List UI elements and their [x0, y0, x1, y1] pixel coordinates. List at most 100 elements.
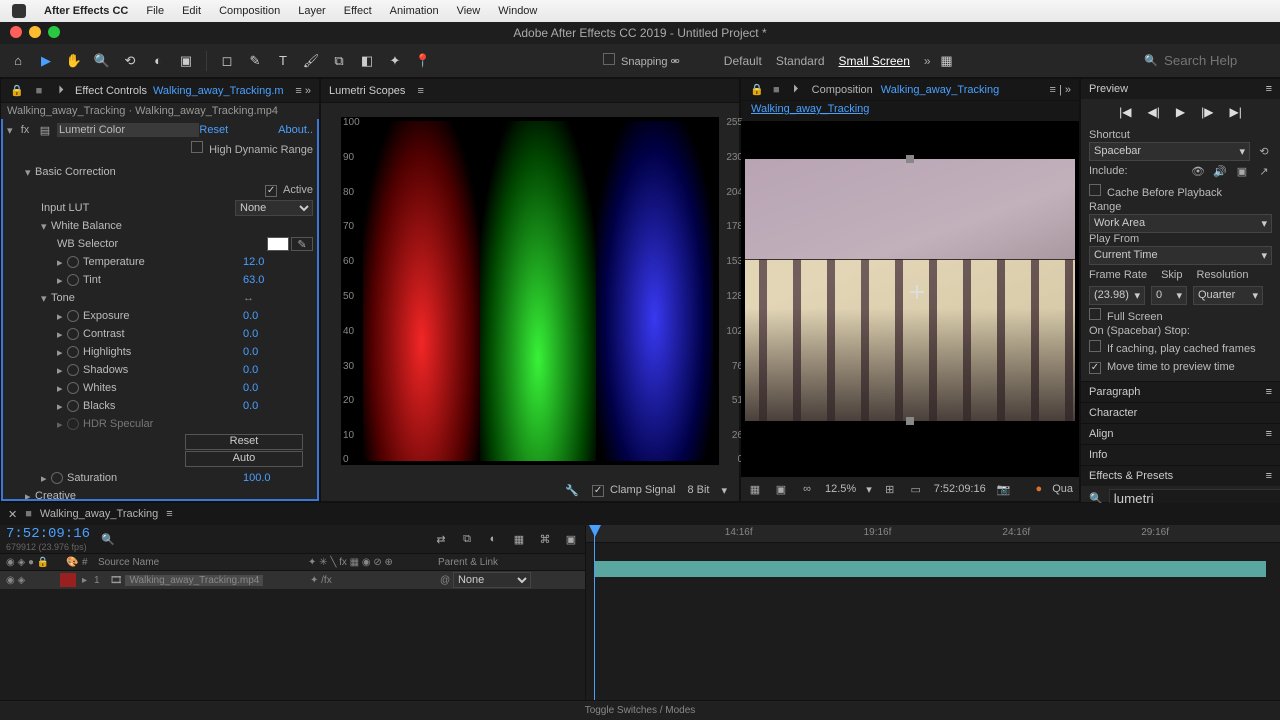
snapping-toggle[interactable]: Snapping ⚮	[603, 53, 680, 68]
tint-value[interactable]: 63.0	[243, 274, 313, 286]
tone-reset-button[interactable]: Reset	[185, 434, 303, 450]
basic-correction-group[interactable]: Basic Correction	[35, 166, 313, 178]
search-icon[interactable]: 🔍	[100, 533, 116, 546]
lock-icon[interactable]: 🔒	[749, 83, 765, 96]
tone-group[interactable]: Tone	[51, 292, 243, 304]
playfrom-select[interactable]: Current Time▾	[1089, 246, 1272, 265]
whites-value[interactable]: 0.0	[243, 382, 313, 394]
roto-tool-icon[interactable]: ✦	[383, 49, 407, 73]
fullscreen-checkbox[interactable]: Full Screen	[1089, 308, 1163, 323]
playhead[interactable]	[594, 525, 595, 700]
fx-toggle-icon[interactable]: fx	[17, 124, 33, 136]
workspace-switcher-icon[interactable]: ▦	[935, 49, 959, 73]
stopwatch-icon[interactable]	[67, 256, 79, 268]
orbit-tool-icon[interactable]: ⟲	[118, 49, 142, 73]
timeline-tab[interactable]: Walking_away_Tracking	[40, 508, 158, 520]
parent-select[interactable]: None	[453, 572, 531, 588]
viewer-timecode[interactable]: 7:52:09:16	[934, 483, 986, 495]
minimize-window-icon[interactable]	[29, 26, 41, 38]
bit-depth[interactable]: 8 Bit	[687, 484, 709, 496]
last-frame-icon[interactable]: ▶|	[1229, 105, 1241, 119]
shortcut-select[interactable]: Spacebar▾	[1089, 142, 1250, 161]
quality-label[interactable]: Qua	[1052, 483, 1073, 495]
menu-window[interactable]: Window	[498, 5, 537, 17]
menu-animation[interactable]: Animation	[390, 5, 439, 17]
effect-name[interactable]: Lumetri Color	[57, 123, 199, 137]
audio-icon[interactable]: 🔊	[1212, 165, 1228, 178]
range-select[interactable]: Work Area▾	[1089, 214, 1272, 233]
time-ruler[interactable]: 14:16f 19:16f 24:16f 29:16f	[586, 525, 1280, 543]
home-icon[interactable]: ⌂	[6, 49, 30, 73]
transform-handle[interactable]	[906, 155, 914, 163]
macos-menubar[interactable]: After Effects CC File Edit Composition L…	[0, 0, 1280, 22]
puppet-tool-icon[interactable]: 📍	[411, 49, 435, 73]
tl-switch2-icon[interactable]: ⧉	[459, 533, 475, 546]
move-time-checkbox[interactable]: Move time to preview time	[1089, 361, 1235, 374]
grid-icon[interactable]: ▦	[747, 483, 763, 496]
workspace-default[interactable]: Default	[724, 54, 762, 68]
effect-about-link[interactable]: About..	[278, 124, 313, 136]
shadows-value[interactable]: 0.0	[243, 364, 313, 376]
shape-tool-icon[interactable]: ◻	[215, 49, 239, 73]
first-frame-icon[interactable]: |◀	[1119, 105, 1131, 119]
brush-tool-icon[interactable]: 🖌	[299, 49, 323, 73]
lock-icon[interactable]: 🔒	[9, 84, 25, 97]
blacks-value[interactable]: 0.0	[243, 400, 313, 412]
align-panel-tab[interactable]: Align	[1089, 428, 1113, 440]
reset-icon[interactable]: ⟲	[1256, 145, 1272, 158]
hdr-checkbox[interactable]: High Dynamic Range	[191, 141, 313, 156]
contrast-value[interactable]: 0.0	[243, 328, 313, 340]
stopwatch-icon[interactable]	[67, 274, 79, 286]
stopwatch-icon[interactable]	[67, 382, 79, 394]
stopwatch-icon[interactable]	[67, 346, 79, 358]
resolution-icon[interactable]: ⊞	[882, 483, 898, 496]
composition-tab[interactable]: Composition	[812, 84, 873, 96]
composition-viewer[interactable]	[741, 121, 1079, 477]
fps-select[interactable]: (23.98)▾	[1089, 286, 1145, 305]
tl-switch1-icon[interactable]: ⇄	[433, 533, 449, 546]
tl-switch5-icon[interactable]: ⌘	[537, 533, 553, 546]
cache-checkbox[interactable]: Cache Before Playback	[1089, 184, 1222, 199]
effect-controls-clip[interactable]: Walking_away_Tracking.m	[153, 85, 284, 97]
paragraph-panel-tab[interactable]: Paragraph	[1089, 386, 1140, 398]
region-icon[interactable]: ▭	[908, 483, 924, 496]
zoom-tool-icon[interactable]: 🔍	[90, 49, 114, 73]
prev-frame-icon[interactable]: ◀|	[1148, 105, 1160, 119]
eyedropper-white-icon[interactable]	[267, 237, 289, 251]
video-icon[interactable]: 👁	[1190, 165, 1206, 178]
rotate-tool-icon[interactable]: ◐	[146, 49, 170, 73]
next-frame-icon[interactable]: |▶	[1201, 105, 1213, 119]
clamp-signal-checkbox[interactable]: Clamp Signal	[592, 484, 675, 497]
eraser-tool-icon[interactable]: ◧	[355, 49, 379, 73]
layer-bar[interactable]	[594, 561, 1266, 577]
mask-icon[interactable]: ▣	[773, 483, 789, 496]
current-timecode[interactable]: 7:52:09:16	[6, 526, 90, 542]
input-lut-select[interactable]: None	[235, 200, 313, 216]
selection-tool-icon[interactable]: ▶	[34, 49, 58, 73]
zoom-window-icon[interactable]	[48, 26, 60, 38]
hand-tool-icon[interactable]: ✋	[62, 49, 86, 73]
saturation-value[interactable]: 100.0	[243, 472, 313, 484]
toggle-switches-button[interactable]: Toggle Switches / Modes	[0, 702, 1280, 720]
active-checkbox[interactable]: Active	[265, 184, 313, 197]
character-panel-tab[interactable]: Character	[1089, 407, 1137, 419]
skip-select[interactable]: 0▾	[1151, 286, 1187, 305]
composition-name[interactable]: Walking_away_Tracking	[881, 84, 999, 96]
clone-tool-icon[interactable]: ⧉	[327, 49, 351, 73]
temperature-value[interactable]: 12.0	[243, 256, 313, 268]
anchor-point-icon[interactable]	[910, 285, 924, 299]
highlights-value[interactable]: 0.0	[243, 346, 313, 358]
effects-presets-panel-tab[interactable]: Effects & Presets	[1089, 470, 1173, 482]
menu-view[interactable]: View	[457, 5, 481, 17]
layer-row[interactable]: ◉ ◈ ▸ 1 🎞 Walking_away_Tracking.mp4 ✦ /f…	[0, 571, 585, 589]
snapshot-icon[interactable]: 📷	[996, 483, 1012, 496]
transform-handle[interactable]	[906, 417, 914, 425]
play-icon[interactable]: ▶	[1176, 105, 1185, 119]
workspace-small-screen[interactable]: Small Screen	[839, 54, 910, 68]
menu-edit[interactable]: Edit	[182, 5, 201, 17]
layer-name[interactable]: Walking_away_Tracking.mp4	[125, 575, 263, 586]
help-search-input[interactable]	[1164, 53, 1274, 68]
resolution-select[interactable]: Quarter▾	[1193, 286, 1263, 305]
stopwatch-icon[interactable]	[67, 328, 79, 340]
tone-auto-button[interactable]: Auto	[185, 451, 303, 467]
